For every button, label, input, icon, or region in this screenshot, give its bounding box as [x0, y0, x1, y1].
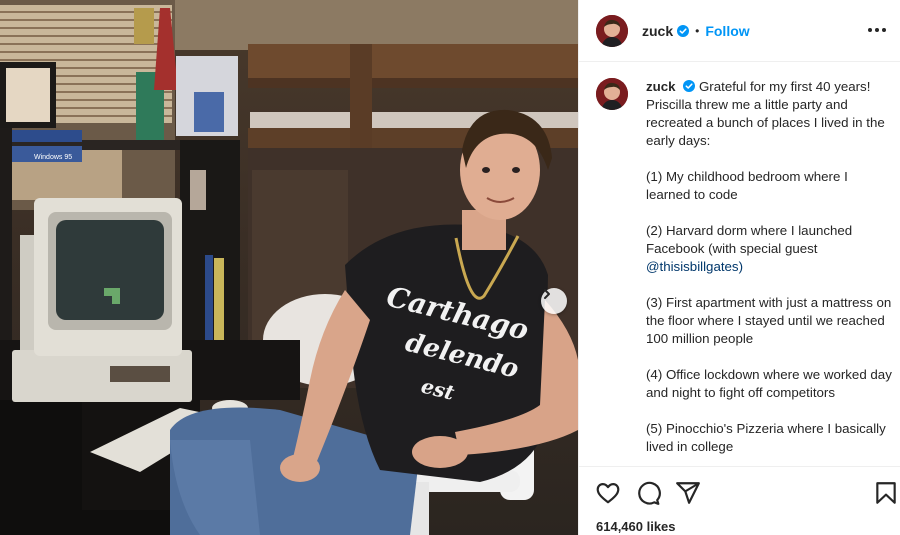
caption-paragraph-1: Grateful for my first 40 years! Priscill… — [646, 79, 885, 148]
retro-computer — [12, 198, 192, 402]
caption-text: zuck Grateful for my first 40 years! Pri… — [646, 78, 894, 466]
post-side-panel: zuck • Follow zuck Grateful for my first… — [578, 0, 900, 535]
send-icon[interactable] — [675, 480, 701, 506]
avatar-image — [596, 14, 628, 47]
mention-link[interactable]: @thisisbillgates) — [646, 259, 743, 274]
caption-paragraph: zuck Grateful for my first 40 years! Pri… — [646, 78, 894, 150]
more-options-icon[interactable] — [865, 20, 889, 40]
post-header: zuck • Follow — [579, 0, 900, 62]
username[interactable]: zuck — [642, 23, 673, 39]
post-caption: zuck Grateful for my first 40 years! Pri… — [596, 78, 896, 466]
verified-badge-icon — [683, 80, 696, 92]
caption-paragraph-3: (2) Harvard dorm where I launched Facebo… — [646, 222, 894, 276]
bookmark-icon[interactable] — [873, 480, 899, 506]
box-label: Windows 95 — [34, 154, 72, 161]
caption-paragraph-4: (3) First apartment with just a mattress… — [646, 295, 892, 346]
verified-badge-icon — [677, 24, 690, 37]
caption-paragraph-6: (5) Pinocchio's Pizzeria where I basical… — [646, 421, 886, 454]
caption-username[interactable]: zuck — [646, 79, 676, 94]
likes-count[interactable]: 614,460 likes — [596, 519, 676, 534]
caption-paragraph-2: (1) My childhood bedroom where I learned… — [646, 169, 848, 202]
avatar[interactable] — [596, 14, 628, 47]
separator-dot: • — [695, 23, 700, 38]
follow-button[interactable]: Follow — [705, 23, 749, 39]
action-bar — [579, 466, 900, 518]
chevron-right-icon — [544, 289, 550, 299]
heart-icon[interactable] — [595, 480, 621, 506]
caption-paragraph-3-text: (2) Harvard dorm where I launched Facebo… — [646, 223, 853, 256]
avatar-image — [596, 78, 628, 110]
caption-avatar[interactable] — [596, 78, 628, 110]
comment-icon[interactable] — [635, 480, 661, 506]
next-photo-button[interactable] — [541, 288, 567, 314]
post-photo[interactable]: Windows 95 Carthago delendo est — [0, 0, 578, 535]
photo-scene: Windows 95 Carthago delendo est — [0, 0, 578, 535]
caption-paragraph-5: (4) Office lockdown where we worked day … — [646, 367, 892, 400]
